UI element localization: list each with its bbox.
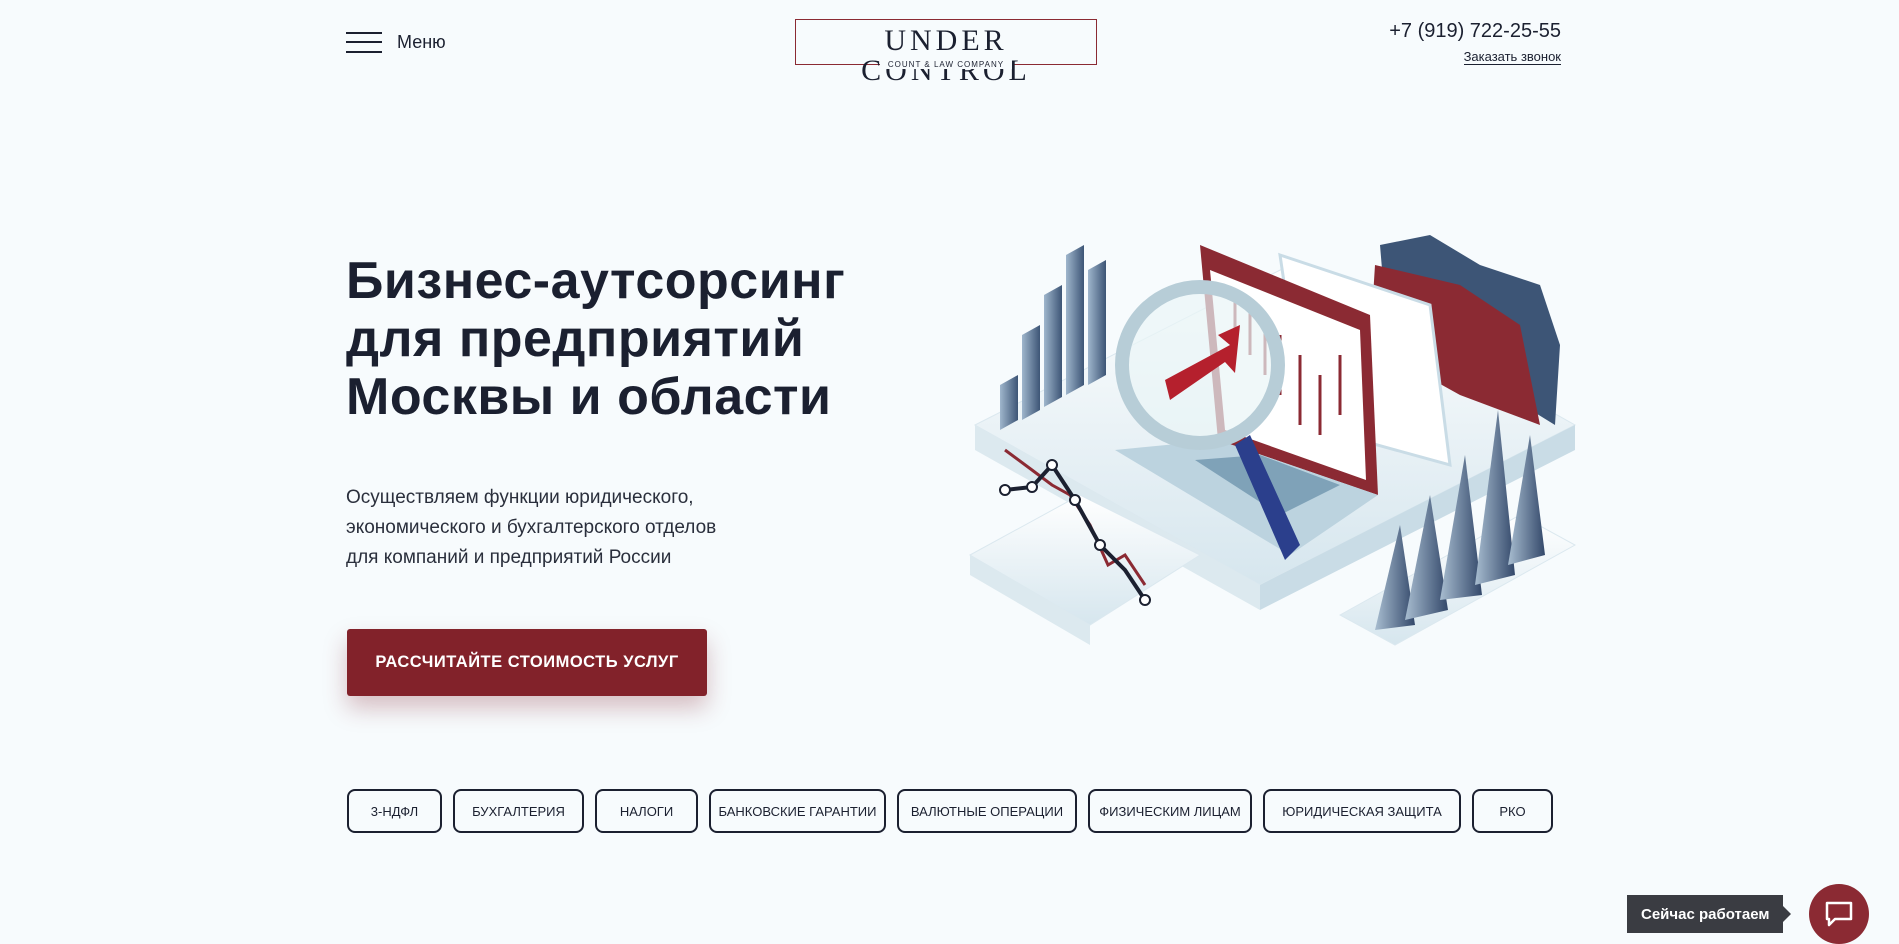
calculate-cost-button[interactable]: РАССЧИТАЙТЕ СТОИМОСТЬ УСЛУГ xyxy=(347,629,707,696)
hamburger-icon xyxy=(346,30,382,54)
hero-title: Бизнес-аутсорсинг для предприятий Москвы… xyxy=(346,252,906,426)
chat-bubble-icon xyxy=(1825,901,1853,927)
hero-title-line: для предприятий xyxy=(346,310,805,368)
tag-taxes[interactable]: НАЛОГИ xyxy=(595,789,698,833)
hero-subtitle: Осуществляем функции юридического, эконо… xyxy=(346,483,806,573)
menu-button[interactable]: Меню xyxy=(346,30,446,54)
tag-3-ndfl[interactable]: 3-НДФЛ xyxy=(347,789,442,833)
service-tags: 3-НДФЛ БУХГАЛТЕРИЯ НАЛОГИ БАНКОВСКИЕ ГАР… xyxy=(347,789,1564,833)
logo-main-text: UNDER CONTROL xyxy=(861,24,1031,87)
callback-link[interactable]: Заказать звонок xyxy=(1463,49,1561,65)
tag-currency-operations[interactable]: ВАЛЮТНЫЕ ОПЕРАЦИИ xyxy=(897,789,1077,833)
hero-subtitle-line: экономического и бухгалтерского отделов xyxy=(346,517,717,538)
tag-legal-protection[interactable]: ЮРИДИЧЕСКАЯ ЗАЩИТА xyxy=(1263,789,1461,833)
phone-number[interactable]: +7 (919) 722-25-55 xyxy=(1389,20,1561,43)
hero-subtitle-line: для компаний и предприятий России xyxy=(346,547,672,568)
hero-subtitle-line: Осуществляем функции юридического, xyxy=(346,487,694,508)
tag-bank-guarantees[interactable]: БАНКОВСКИЕ ГАРАНТИИ xyxy=(709,789,886,833)
site-header: Меню UNDER CONTROL COUNT & LAW COMPANY +… xyxy=(0,0,1899,90)
hero-title-line: Бизнес-аутсорсинг xyxy=(346,252,846,310)
tag-accounting[interactable]: БУХГАЛТЕРИЯ xyxy=(453,789,584,833)
chat-button[interactable] xyxy=(1809,884,1869,944)
finance-analytics-illustration xyxy=(968,235,1577,646)
tag-rko[interactable]: РКО xyxy=(1472,789,1553,833)
tag-individuals[interactable]: ФИЗИЧЕСКИМ ЛИЦАМ xyxy=(1088,789,1252,833)
logo-sub-text: COUNT & LAW COMPANY xyxy=(879,60,1013,69)
menu-label: Меню xyxy=(397,31,446,52)
working-status-badge: Сейчас работаем xyxy=(1627,895,1792,933)
hero-title-line: Москвы и области xyxy=(346,368,832,426)
logo[interactable]: UNDER CONTROL COUNT & LAW COMPANY xyxy=(795,19,1097,86)
